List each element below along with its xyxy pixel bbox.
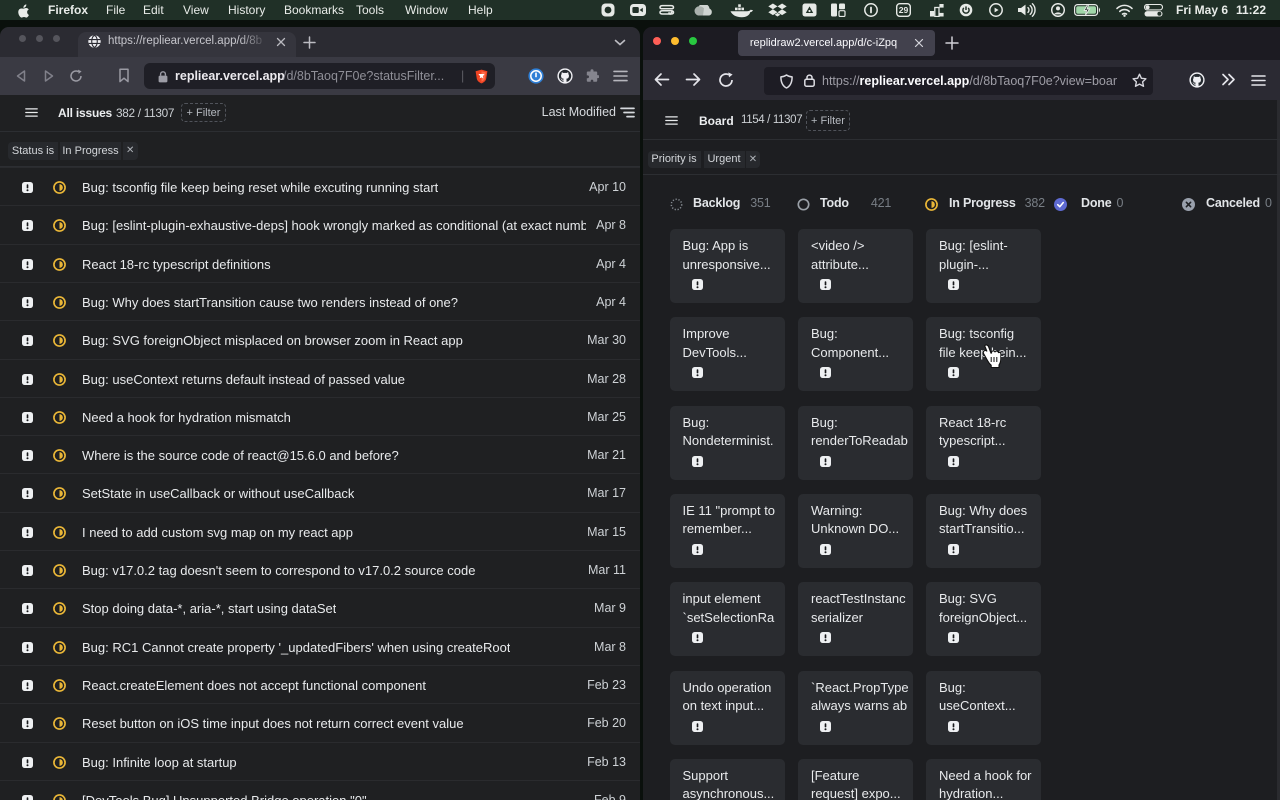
svg-text:29: 29: [899, 5, 909, 15]
